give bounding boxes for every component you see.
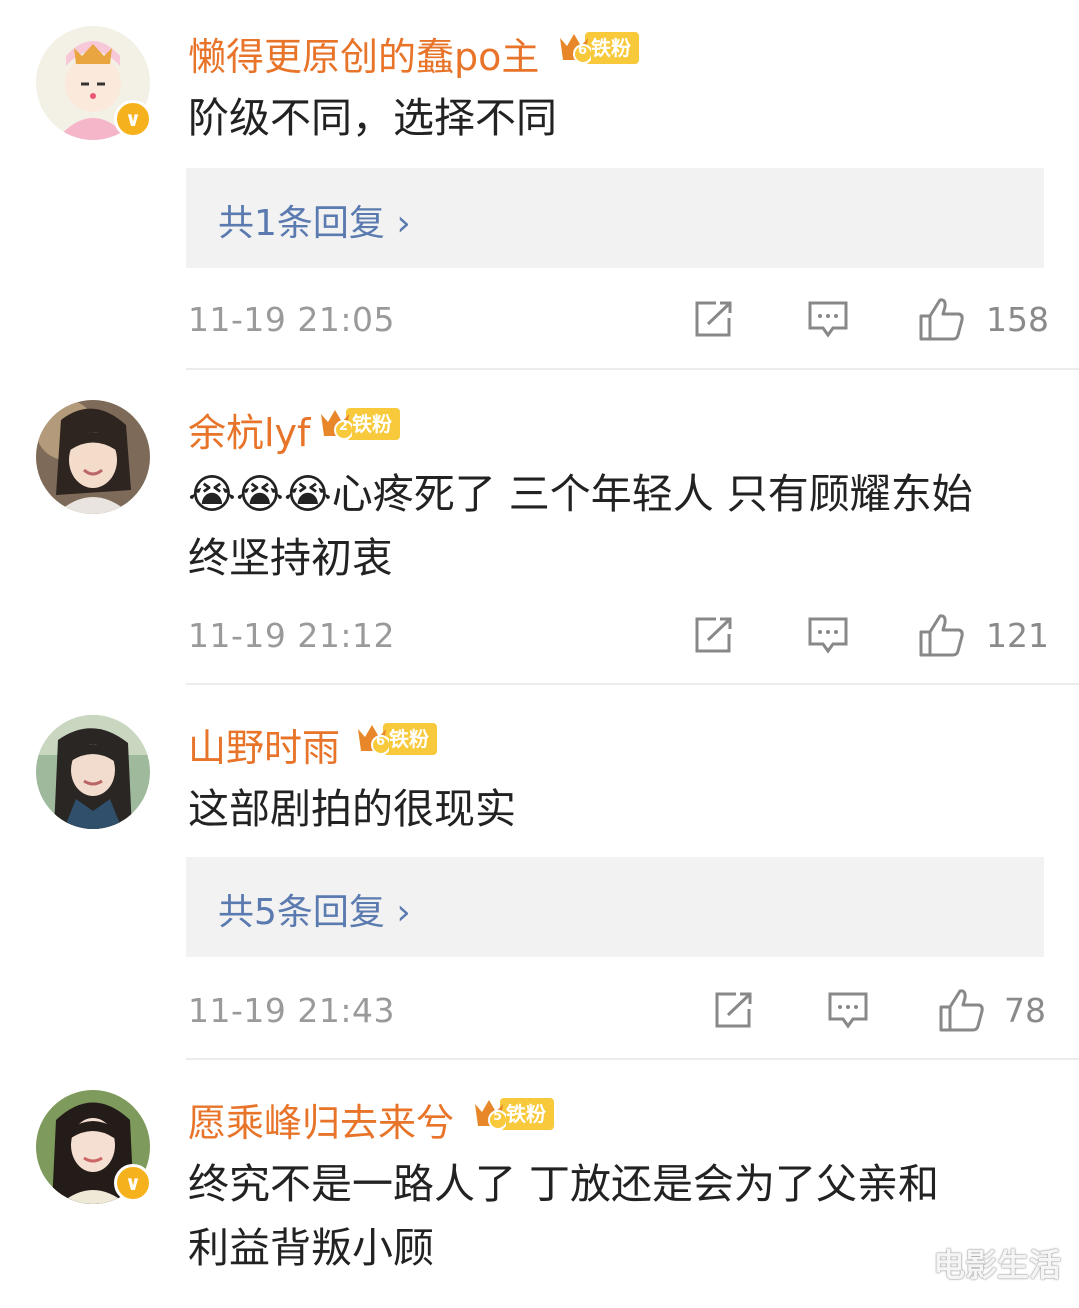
reply-count-link[interactable]: 共5条回复 › [218,883,411,935]
crown-icon: 6 [355,721,391,757]
crown-icon: 5 [472,1096,508,1132]
like-icon[interactable] [918,612,966,658]
timestamp: 11-19 21:05 [188,300,395,339]
comment-item: ∨ 懒得更原创的蠢po主 6 铁粉 阶级不同，选择不同 共1条回复 › 11-1… [0,0,1079,370]
timestamp: 11-19 21:43 [188,991,395,1030]
fan-label: 铁粉 [585,32,639,64]
like-count: 121 [986,616,1049,655]
share-icon[interactable] [694,300,734,338]
reply-expander[interactable]: 共1条回复 › [186,168,1044,268]
fan-level: 5 [493,1109,503,1124]
username[interactable]: 山野时雨 [188,717,340,772]
fan-level: 6 [578,43,588,58]
share-icon[interactable] [714,991,754,1029]
comment-text-line-2: 利益背叛小顾 [188,1224,434,1272]
avatar[interactable] [36,715,150,829]
comment-item: 山野时雨 6 铁粉 这部剧拍的很现实 共5条回复 › 11-19 21:43 7… [0,685,1079,1060]
verified-badge-icon: ∨ [114,1164,152,1202]
comment-icon[interactable] [807,616,849,656]
fan-badge[interactable]: 6 铁粉 [355,721,437,757]
comment-text: 阶级不同，选择不同 [188,94,557,142]
fan-label: 铁粉 [346,408,400,440]
comment-text-line-1: 终究不是一路人了 丁放还是会为了父亲和 [188,1160,940,1208]
comment-item: 余杭lyf 2 铁粉 😭😭😭心疼死了 三个年轻人 只有顾耀东始 终坚持初衷 11… [0,370,1079,685]
avatar-image [36,400,150,514]
watermark: 电影生活 [932,1246,1061,1284]
crown-icon: 6 [557,30,593,66]
fan-badge[interactable]: 6 铁粉 [557,30,639,66]
like-count: 158 [986,300,1049,339]
username[interactable]: 懒得更原创的蠢po主 [188,26,539,81]
fan-label: 铁粉 [500,1098,554,1130]
fan-level: 2 [339,419,349,434]
verified-badge-icon: ∨ [114,100,152,138]
like-icon[interactable] [938,987,986,1033]
fan-label: 铁粉 [383,723,437,755]
comment-item: ∨ 愿乘峰归去来兮 5 铁粉 终究不是一路人了 丁放还是会为了父亲和 利益背叛小… [0,1060,1079,1308]
comment-text-line-1: 😭😭😭心疼死了 三个年轻人 只有顾耀东始 [188,470,973,518]
like-count: 78 [1004,991,1046,1030]
comment-text-line-2: 终坚持初衷 [188,534,393,582]
timestamp: 11-19 21:12 [188,616,395,655]
comment-icon[interactable] [827,991,869,1031]
reply-expander[interactable]: 共5条回复 › [186,857,1044,957]
comment-text: 这部剧拍的很现实 [188,785,516,833]
reply-count-link[interactable]: 共1条回复 › [218,194,411,246]
username[interactable]: 愿乘峰归去来兮 [188,1092,454,1147]
share-icon[interactable] [694,616,734,654]
avatar[interactable] [36,400,150,514]
fan-badge[interactable]: 5 铁粉 [472,1096,554,1132]
avatar-image [36,715,150,829]
fan-level: 6 [376,734,386,749]
comment-icon[interactable] [807,300,849,340]
username[interactable]: 余杭lyf [188,402,310,457]
fan-badge[interactable]: 2 铁粉 [318,406,400,442]
crown-icon: 2 [318,406,354,442]
like-icon[interactable] [918,296,966,342]
